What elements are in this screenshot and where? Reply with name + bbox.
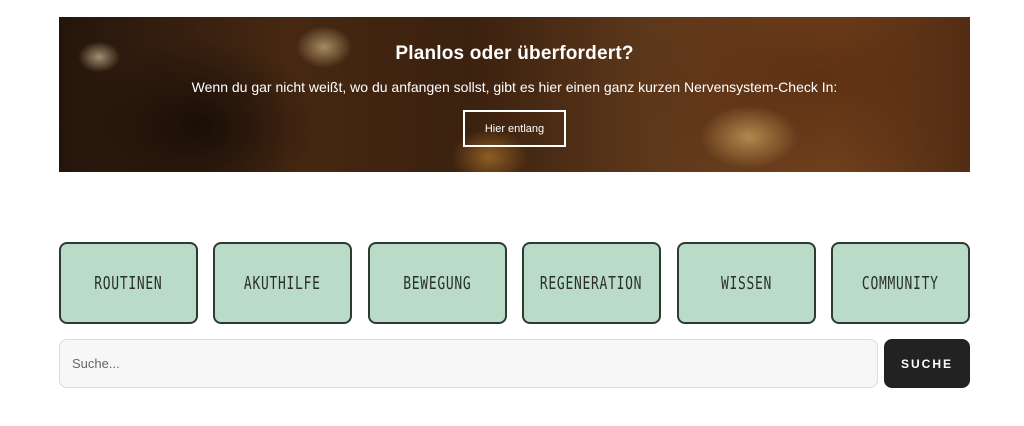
category-nav: ROUTINEN AKUTHILFE BEWEGUNG REGENERATION… bbox=[59, 242, 970, 324]
category-bewegung-button[interactable]: BEWEGUNG bbox=[368, 242, 507, 324]
hero-title: Planlos oder überfordert? bbox=[395, 43, 634, 64]
search-input[interactable] bbox=[59, 339, 878, 388]
category-label: REGENERATION bbox=[540, 272, 643, 294]
category-wissen-button[interactable]: WISSEN bbox=[677, 242, 816, 324]
category-label: WISSEN bbox=[720, 272, 773, 294]
category-label: ROUTINEN bbox=[94, 272, 163, 294]
hero-cta-button[interactable]: Hier entlang bbox=[463, 110, 566, 147]
category-community-button[interactable]: COMMUNITY bbox=[831, 242, 970, 324]
hero-content: Planlos oder überfordert? Wenn du gar ni… bbox=[59, 17, 970, 172]
category-label: AKUTHILFE bbox=[244, 272, 321, 294]
category-routinen-button[interactable]: ROUTINEN bbox=[59, 242, 198, 324]
hero-banner: Planlos oder überfordert? Wenn du gar ni… bbox=[59, 17, 970, 172]
search-button[interactable]: SUCHE bbox=[884, 339, 970, 388]
category-akuthilfe-button[interactable]: AKUTHILFE bbox=[213, 242, 352, 324]
category-regeneration-button[interactable]: REGENERATION bbox=[522, 242, 661, 324]
category-label: COMMUNITY bbox=[862, 272, 939, 294]
category-label: BEWEGUNG bbox=[403, 272, 472, 294]
hero-text: Wenn du gar nicht weißt, wo du anfangen … bbox=[191, 79, 838, 95]
